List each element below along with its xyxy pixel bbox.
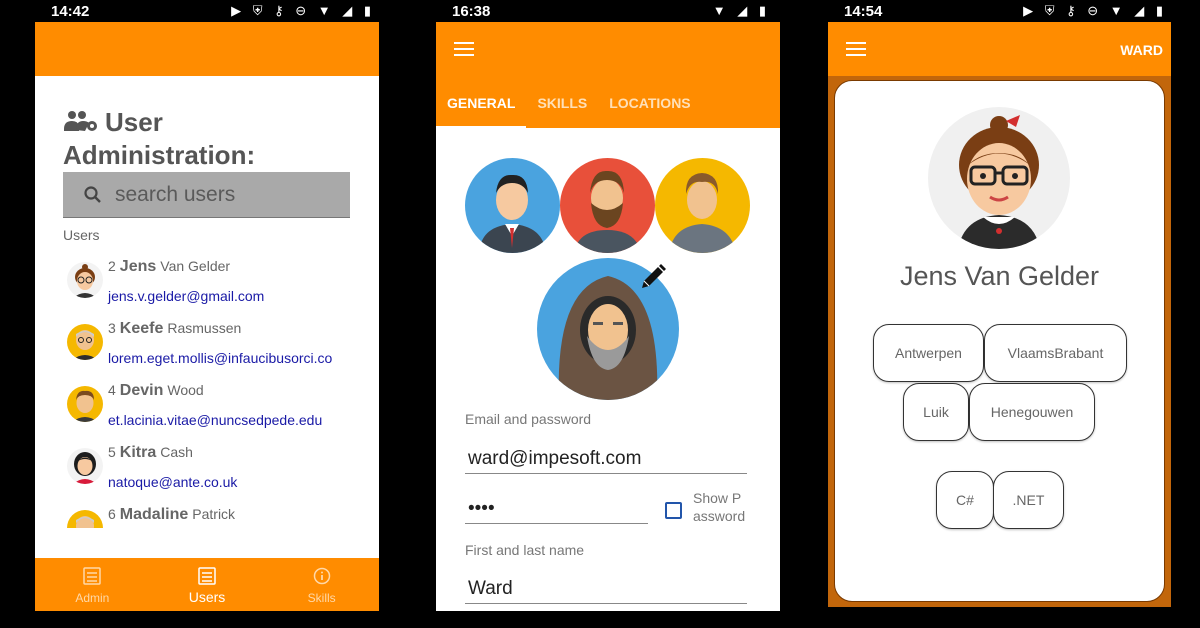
user-last-name: Cash [160,444,193,460]
status-time: 16:38 [452,3,491,20]
status-icons: ▶ ⛨ ⚷ ⊖ ▼ ◢ ▮ [231,3,375,18]
user-last-name: Rasmussen [167,320,242,336]
user-last-name: Wood [167,382,204,398]
app-bar: GENERAL SKILLS LOCATIONS [436,22,780,129]
list-item[interactable]: 6 Madaline Patrick [63,500,379,528]
search-icon [84,186,101,203]
menu-icon[interactable] [454,42,474,56]
show-password-label: Show P assword [693,490,746,524]
nav-admin[interactable]: Admin [35,558,150,611]
man-avatar-icon [67,386,103,422]
user-first-name: Devin [119,382,164,399]
businessman-avatar-option[interactable] [465,158,560,253]
phone-user-admin: 14:42 ▶ ⛨ ⚷ ⊖ ▼ ◢ ▮ User Administration:… [35,0,379,628]
admin-icon [83,567,102,585]
list-item[interactable]: 5 Kitra Cash natoque@ante.co.uk [63,438,379,500]
old-man-avatar-icon [67,324,103,360]
user-name-line: 4 Devin Wood [108,382,204,400]
search-box[interactable] [63,172,350,218]
phone-edit-user: 16:38 ▼ ◢ ▮ GENERAL SKILLS LOCATIONS Ema… [436,0,780,628]
menu-icon[interactable] [846,42,866,56]
phone-user-detail: 14:54 ▶ ⛨ ⚷ ⊖ ▼ ◢ ▮ WARD Jens Van Gelder… [828,0,1171,628]
list-item[interactable]: 2 Jens Van Gelder jens.v.gelder@gmail.com [63,252,379,314]
title-line-2: Administration: [63,140,256,170]
nav-skills-label: Skills [307,591,336,605]
nav-users-label: Users [188,589,226,605]
tab-skills[interactable]: SKILLS [526,92,598,128]
email-password-label: Email and password [465,411,592,427]
user-first-name: Kitra [119,444,157,461]
list-item[interactable]: 3 Keefe Rasmussen lorem.eget.mollis@infauc… [63,314,379,376]
user-first-name: Jens [119,258,157,275]
nav-admin-label: Admin [75,591,110,605]
user-email[interactable]: et.lacinia.vitae@nuncsedpede.edu [108,412,322,428]
screen: GENERAL SKILLS LOCATIONS Email and passw… [436,22,780,611]
user-email[interactable]: natoque@ante.co.uk [108,474,237,490]
location-chip[interactable]: Luik [903,383,969,441]
name-field[interactable] [465,574,747,604]
nav-skills[interactable]: Skills [264,558,379,611]
page-title: User Administration: [63,106,255,172]
status-time: 14:54 [844,3,883,20]
users-section-label: Users [63,227,100,243]
location-chip[interactable]: VlaamsBrabant [984,324,1127,382]
woman-avatar-icon [67,448,103,484]
user-name-line: 2 Jens Van Gelder [108,258,230,276]
user-id: 5 [108,444,116,460]
user-name-line: 6 Madaline Patrick [108,506,235,524]
tab-locations[interactable]: LOCATIONS [598,92,701,128]
users-cog-icon [64,111,97,131]
screen: WARD Jens Van Gelder Antwerpen VlaamsBra… [828,22,1171,607]
tab-general[interactable]: GENERAL [436,92,527,129]
search-input[interactable] [115,180,335,210]
old-man-avatar-icon [67,510,103,528]
user-detail-card: Jens Van Gelder Antwerpen VlaamsBrabant … [834,80,1165,602]
bearded-man-avatar-option[interactable] [560,158,655,253]
user-last-name: Van Gelder [160,258,231,274]
list-item[interactable]: 4 Devin Wood et.lacinia.vitae@nuncsedpede.… [63,376,379,438]
user-first-name: Keefe [119,320,164,337]
app-bar: WARD [828,22,1171,76]
user-id: 2 [108,258,116,274]
user-email[interactable]: jens.v.gelder@gmail.com [108,288,264,304]
skill-chip[interactable]: C# [936,471,994,529]
email-field[interactable] [465,444,747,474]
user-list[interactable]: 2 Jens Van Gelder jens.v.gelder@gmail.com [63,252,379,528]
current-user-label: WARD [1120,42,1163,58]
password-field[interactable] [465,494,648,524]
title-line-1: User [105,107,163,137]
user-id: 4 [108,382,116,398]
user-email[interactable]: lorem.eget.mollis@infaucibusorci.co [108,350,332,366]
user-id: 3 [108,320,116,336]
status-bar: 16:38 ▼ ◢ ▮ [436,0,780,22]
screen: User Administration: Users [35,22,379,611]
app-bar [35,22,379,76]
status-bar: 14:42 ▶ ⛨ ⚷ ⊖ ▼ ◢ ▮ [35,0,379,22]
user-full-name: Jens Van Gelder [899,261,1100,291]
nav-users[interactable]: Users [150,558,265,611]
bottom-navigation: Admin Users Skills [35,558,379,611]
users-list-icon [198,567,216,585]
user-id: 6 [108,506,116,522]
location-chip[interactable]: Antwerpen [873,324,984,382]
woman-glasses-avatar-icon [67,262,103,298]
status-icons: ▶ ⛨ ⚷ ⊖ ▼ ◢ ▮ [1023,3,1167,18]
user-name-line: 3 Keefe Rasmussen [108,320,241,338]
skill-chip[interactable]: .NET [993,471,1064,529]
info-icon [313,567,330,585]
name-label: First and last name [465,542,585,558]
tab-bar: GENERAL SKILLS LOCATIONS [436,92,702,129]
user-last-name: Patrick [192,506,236,522]
woman-glasses-avatar-icon [928,107,1070,249]
location-chip[interactable]: Henegouwen [969,383,1095,441]
young-man-avatar-option[interactable] [655,158,750,253]
status-time: 14:42 [51,3,90,20]
status-bar: 14:54 ▶ ⛨ ⚷ ⊖ ▼ ◢ ▮ [828,0,1171,22]
show-password-checkbox[interactable] [665,502,682,519]
user-name-line: 5 Kitra Cash [108,444,193,462]
user-first-name: Madaline [119,506,189,523]
status-icons: ▼ ◢ ▮ [712,3,770,18]
pencil-edit-icon[interactable] [638,262,668,292]
